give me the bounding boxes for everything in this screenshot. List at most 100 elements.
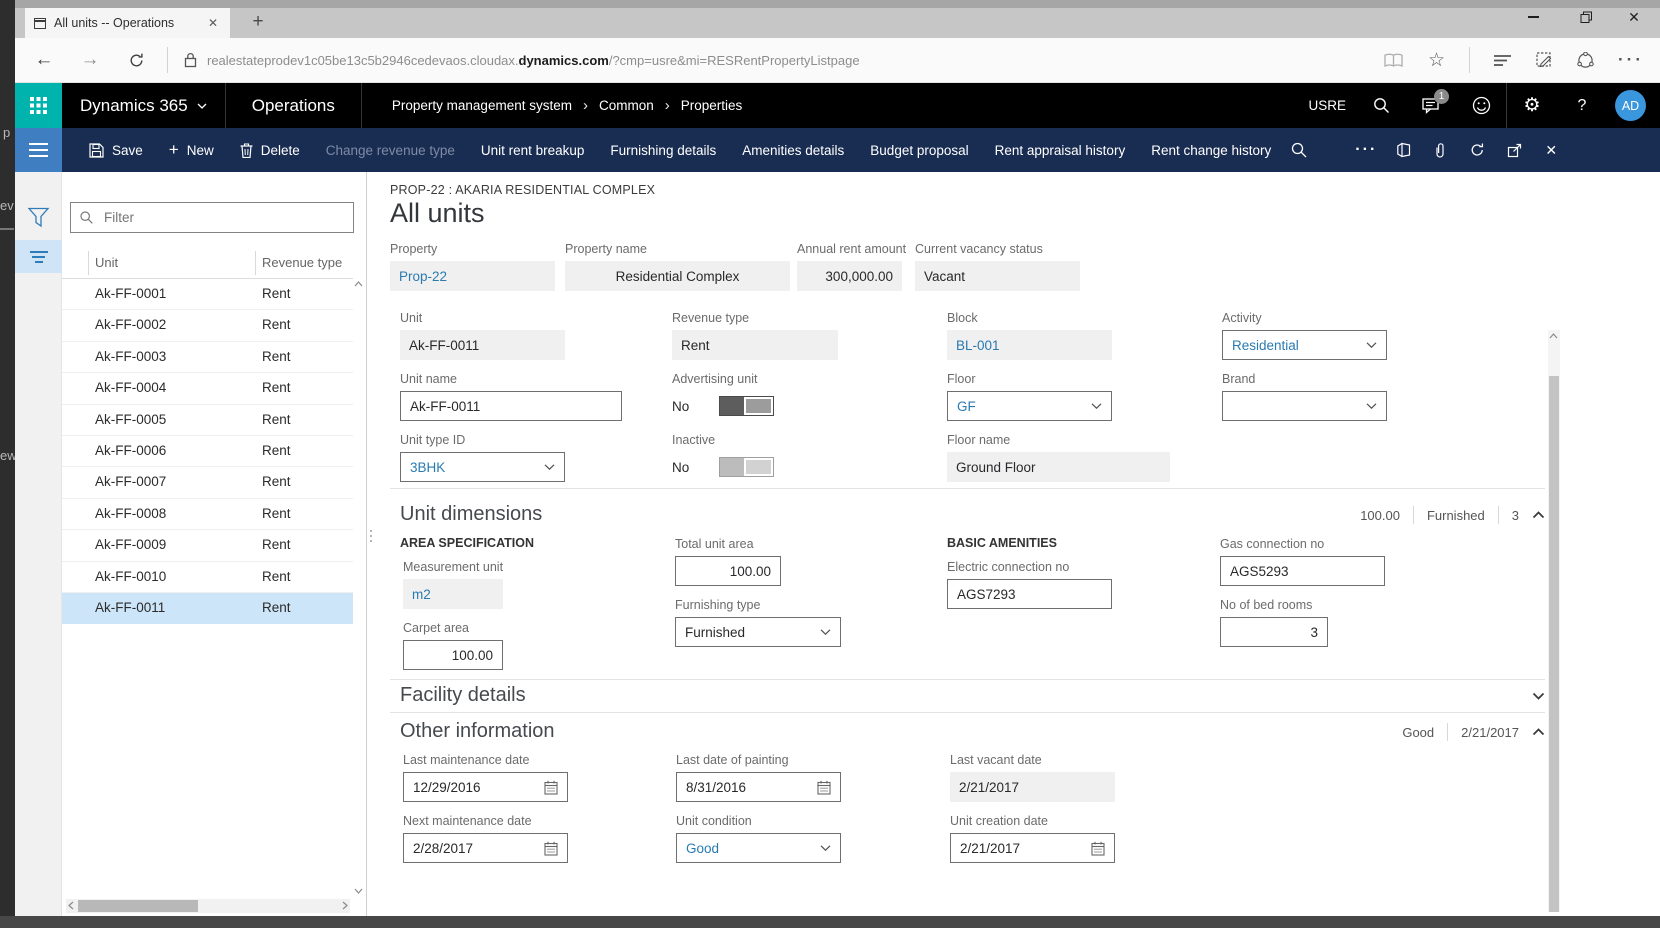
list-vertical-scrollbar[interactable]: [352, 279, 365, 896]
list-horizontal-scrollbar[interactable]: [66, 899, 350, 913]
list-item[interactable]: Ak-FF-0008 Rent: [62, 499, 353, 530]
last-maintenance-date-input[interactable]: 12/29/2016: [403, 772, 568, 802]
bedrooms-input[interactable]: 3: [1220, 617, 1328, 647]
carpet-area-input[interactable]: 100.00: [403, 640, 503, 670]
tab-close-icon[interactable]: ✕: [205, 14, 221, 32]
feedback-button[interactable]: [1456, 83, 1506, 128]
list-item[interactable]: Ak-FF-0005 Rent: [62, 405, 353, 436]
hub-icon[interactable]: [1494, 54, 1512, 67]
collapse-chevron-up-icon[interactable]: [1532, 728, 1545, 736]
filter-input[interactable]: [102, 209, 344, 226]
refresh-button[interactable]: [113, 38, 159, 82]
main-vertical-scrollbar[interactable]: [1548, 330, 1560, 912]
list-item[interactable]: Ak-FF-0009 Rent: [62, 530, 353, 561]
unit-type-dropdown[interactable]: 3BHK: [400, 452, 565, 482]
list-item[interactable]: Ak-FF-0006 Rent: [62, 436, 353, 467]
help-button[interactable]: ?: [1557, 83, 1607, 128]
amenities-details-button[interactable]: Amenities details: [729, 128, 857, 172]
inactive-toggle[interactable]: [719, 457, 774, 477]
list-item[interactable]: Ak-FF-0002 Rent: [62, 310, 353, 341]
rent-change-history-button[interactable]: Rent change history: [1138, 128, 1284, 172]
expand-chevron-down-icon[interactable]: [1532, 692, 1545, 700]
measurement-unit-link[interactable]: m2: [403, 579, 503, 609]
section-title[interactable]: Other information: [400, 720, 555, 743]
activity-dropdown[interactable]: Residential: [1222, 330, 1387, 360]
settings-gear-icon[interactable]: ⚙: [1507, 83, 1557, 128]
collapse-chevron-up-icon[interactable]: [1532, 511, 1545, 519]
list-rows: Ak-FF-0001 Rent Ak-FF-0002 Rent Ak-FF-00…: [62, 279, 353, 624]
window-close-button[interactable]: ✕: [1616, 0, 1652, 34]
scrollbar-thumb[interactable]: [78, 900, 198, 912]
unit-name-input[interactable]: Ak-FF-0011: [400, 391, 622, 421]
electric-connection-input[interactable]: AGS7293: [947, 579, 1112, 609]
block-link[interactable]: BL-001: [947, 330, 1112, 360]
share-icon[interactable]: [1577, 52, 1594, 69]
property-link[interactable]: Prop-22: [390, 261, 555, 291]
column-header-revenue-type[interactable]: Revenue type: [262, 255, 342, 270]
browser-more-icon[interactable]: ···: [1618, 50, 1644, 70]
new-button[interactable]: + New: [156, 128, 227, 172]
total-unit-area-input[interactable]: 100.00: [675, 556, 781, 586]
back-button[interactable]: ←: [21, 38, 67, 82]
favorites-star-icon[interactable]: ☆: [1428, 51, 1445, 70]
advertising-unit-toggle[interactable]: [719, 396, 774, 416]
company-picker[interactable]: USRE: [1308, 98, 1356, 113]
delete-button[interactable]: Delete: [227, 128, 313, 172]
list-item-selected[interactable]: Ak-FF-0011 Rent: [62, 593, 353, 624]
calendar-icon[interactable]: [817, 780, 831, 795]
filter-box[interactable]: [70, 202, 354, 233]
open-new-window-button[interactable]: [1499, 128, 1529, 172]
action-more-icon[interactable]: ···: [1351, 128, 1381, 172]
window-minimize-button[interactable]: [1515, 0, 1551, 34]
unit-condition-dropdown[interactable]: Good: [676, 833, 841, 863]
list-item[interactable]: Ak-FF-0007 Rent: [62, 467, 353, 498]
list-view-button[interactable]: [15, 240, 62, 273]
filter-funnel-icon[interactable]: [27, 207, 50, 228]
section-title[interactable]: Unit dimensions: [400, 503, 542, 526]
list-item[interactable]: Ak-FF-0003 Rent: [62, 342, 353, 373]
product-menu[interactable]: Dynamics 365: [62, 83, 226, 128]
scrollbar-thumb[interactable]: [1549, 376, 1559, 912]
forward-button[interactable]: →: [67, 38, 113, 82]
next-maintenance-date-input[interactable]: 2/28/2017: [403, 833, 568, 863]
unit-rent-breakup-button[interactable]: Unit rent breakup: [468, 128, 598, 172]
floor-dropdown[interactable]: GF: [947, 391, 1112, 421]
list-item[interactable]: Ak-FF-0010 Rent: [62, 562, 353, 593]
list-item[interactable]: Ak-FF-0004 Rent: [62, 373, 353, 404]
url-field[interactable]: realestateprodev1c05be13c5b2946cedevaos.…: [207, 53, 860, 68]
breadcrumb-item-module[interactable]: Property management system: [392, 98, 572, 113]
calendar-icon[interactable]: [544, 841, 558, 856]
app-launcher-button[interactable]: [15, 83, 62, 128]
new-tab-button[interactable]: +: [241, 8, 275, 38]
column-header-unit[interactable]: Unit: [95, 255, 118, 270]
furnishing-type-dropdown[interactable]: Furnished: [675, 617, 841, 647]
notifications-button[interactable]: 1: [1406, 83, 1456, 128]
last-painting-date-input[interactable]: 8/31/2016: [676, 772, 841, 802]
budget-proposal-button[interactable]: Budget proposal: [857, 128, 981, 172]
unit-creation-date-input[interactable]: 2/21/2017: [950, 833, 1115, 863]
list-item[interactable]: Ak-FF-0001 Rent: [62, 279, 353, 310]
browser-tab[interactable]: All units -- Operations ✕: [25, 8, 230, 38]
refresh-button-action[interactable]: [1462, 128, 1492, 172]
web-note-icon[interactable]: [1536, 52, 1553, 69]
open-in-office-button[interactable]: [1388, 128, 1418, 172]
action-search-button[interactable]: [1284, 128, 1314, 172]
user-avatar[interactable]: AD: [1615, 90, 1646, 121]
calendar-icon[interactable]: [1091, 841, 1105, 856]
header-search-button[interactable]: [1356, 83, 1406, 128]
breadcrumb-item-page[interactable]: Properties: [681, 98, 743, 113]
reading-view-icon[interactable]: [1383, 53, 1404, 68]
save-button[interactable]: Save: [76, 128, 156, 172]
close-page-button[interactable]: ✕: [1536, 128, 1566, 172]
breadcrumb-item-area[interactable]: Common: [599, 98, 654, 113]
calendar-icon[interactable]: [544, 780, 558, 795]
nav-hamburger-button[interactable]: [15, 128, 62, 172]
section-title[interactable]: Facility details: [400, 684, 526, 707]
furnishing-details-button[interactable]: Furnishing details: [597, 128, 729, 172]
brand-dropdown[interactable]: [1222, 391, 1387, 421]
gas-connection-input[interactable]: AGS5293: [1220, 556, 1385, 586]
rent-appraisal-history-button[interactable]: Rent appraisal history: [982, 128, 1139, 172]
attachments-button[interactable]: [1425, 128, 1455, 172]
window-restore-button[interactable]: [1568, 0, 1604, 34]
panel-splitter-handle[interactable]: [370, 530, 372, 542]
